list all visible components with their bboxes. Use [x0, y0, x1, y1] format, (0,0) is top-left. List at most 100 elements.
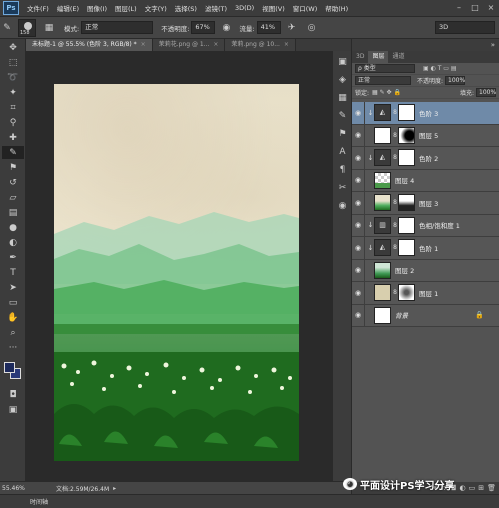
maximize-icon[interactable]: □	[469, 2, 481, 13]
marquee-tool-icon[interactable]: ⬚	[2, 56, 24, 69]
menu-window[interactable]: 窗口(W)	[289, 3, 322, 13]
filter-icons[interactable]: ▣ ◐ T ▭ ▤	[423, 65, 457, 72]
layer-row-hue-saturation-1[interactable]: ◉ ↓ ▥ 8 色相/饱和度 1	[352, 214, 499, 237]
character-panel-icon[interactable]: A	[334, 145, 351, 159]
document-size-info[interactable]: 文档:2.59M/26.4M	[56, 484, 109, 493]
eye-icon[interactable]: ◉	[352, 311, 364, 319]
tab-close-icon[interactable]: ×	[284, 41, 289, 48]
eye-icon[interactable]: ◉	[352, 176, 364, 184]
close-icon[interactable]: ×	[485, 2, 497, 13]
tab-jasmine[interactable]: 茉莉.png @ 10... ×	[225, 39, 296, 51]
swatches-panel-icon[interactable]: ▦	[334, 91, 351, 105]
quick-mask-icon[interactable]: ◘	[2, 388, 24, 401]
history-brush-tool-icon[interactable]: ↺	[2, 176, 24, 189]
paragraph-panel-icon[interactable]: ¶	[334, 163, 351, 177]
layer-mask-thumbnail[interactable]	[398, 216, 415, 234]
tab-layers[interactable]: 图层	[368, 51, 389, 63]
layer-mask-thumbnail[interactable]	[398, 149, 415, 167]
lasso-tool-icon[interactable]: ➰	[2, 71, 24, 84]
menu-help[interactable]: 帮助(H)	[321, 3, 352, 13]
menu-image[interactable]: 图像(I)	[83, 3, 111, 13]
layer-row-levels-2[interactable]: ◉ ↓ ◭ 8 色阶 2	[352, 147, 499, 170]
flow-field[interactable]: 41%	[256, 21, 281, 34]
pressure-size-icon[interactable]: ◎	[305, 21, 319, 35]
blur-tool-icon[interactable]: ●	[2, 221, 24, 234]
layer-row-background[interactable]: ◉ 背景 🔒	[352, 304, 499, 327]
tool-presets-panel-icon[interactable]: ✂	[334, 181, 351, 195]
canvas-area[interactable]	[26, 51, 351, 481]
tab-close-icon[interactable]: ×	[213, 41, 218, 48]
layer-row-layer-3[interactable]: ◉ 8 图层 3	[352, 192, 499, 215]
tab-untitled-1[interactable]: 未标题-1 @ 55.5% (色阶 3, RGB/8) * ×	[26, 39, 153, 51]
eye-icon[interactable]: ◉	[352, 221, 364, 229]
brush-tool-active-icon[interactable]: ✎	[2, 146, 24, 159]
dodge-tool-icon[interactable]: ◐	[2, 236, 24, 249]
eye-icon[interactable]: ◉	[352, 244, 364, 252]
opacity-field[interactable]: 67%	[191, 21, 216, 34]
path-selection-tool-icon[interactable]: ➤	[2, 281, 24, 294]
move-tool-icon[interactable]: ✥	[2, 41, 24, 54]
layer-row-levels-3[interactable]: ◉ ↓ ◭ 8 色阶 3	[352, 102, 499, 125]
eye-icon[interactable]: ◉	[352, 154, 364, 162]
history-panel-icon[interactable]: ▣	[334, 55, 351, 69]
layer-mask-thumbnail[interactable]	[398, 284, 415, 302]
status-menu-arrow-icon[interactable]: ▸	[113, 485, 116, 492]
layer-row-layer-4[interactable]: ◉ 图层 4	[352, 169, 499, 192]
layer-mask-thumbnail[interactable]	[398, 194, 415, 212]
type-tool-icon[interactable]: T	[2, 266, 24, 279]
eraser-tool-icon[interactable]: ▱	[2, 191, 24, 204]
eyedropper-tool-icon[interactable]: ⚲	[2, 116, 24, 129]
tab-jasmine-flower[interactable]: 茉莉花.png @ 1... ×	[152, 39, 226, 51]
shape-tool-icon[interactable]: ▭	[2, 296, 24, 309]
foreground-color-swatch[interactable]	[4, 362, 15, 373]
adjustments-panel-icon[interactable]: ◉	[334, 199, 351, 213]
layer-row-layer-5[interactable]: ◉ 8 图层 5	[352, 124, 499, 147]
tab-close-icon[interactable]: ×	[141, 41, 146, 48]
clone-stamp-tool-icon[interactable]: ⚑	[2, 161, 24, 174]
menu-file[interactable]: 文件(F)	[23, 3, 53, 13]
color-panel-icon[interactable]: ◈	[334, 73, 351, 87]
layer-mask-thumbnail[interactable]	[398, 126, 415, 144]
airbrush-icon[interactable]: ✈	[285, 21, 299, 35]
lock-icons[interactable]: ▦ ✎ ✥ 🔒	[372, 89, 401, 96]
layer-row-layer-2[interactable]: ◉ 图层 2	[352, 259, 499, 282]
brush-preset-picker[interactable]: 158	[18, 18, 36, 37]
menu-select[interactable]: 选择(S)	[171, 3, 201, 13]
more-tools-icon[interactable]: ···	[2, 341, 24, 354]
crop-tool-icon[interactable]: ⌗	[2, 101, 24, 114]
eye-icon[interactable]: ◉	[352, 289, 364, 297]
panel-collapse-icon[interactable]: »	[491, 41, 495, 49]
blend-mode-select[interactable]: 正常	[355, 76, 411, 85]
fill-field[interactable]: 100%	[476, 88, 496, 97]
eye-icon[interactable]: ◉	[352, 199, 364, 207]
document-canvas[interactable]	[54, 84, 299, 461]
layer-mask-thumbnail[interactable]	[398, 104, 415, 122]
tab-3d[interactable]: 3D	[352, 51, 368, 63]
zoom-level[interactable]: 55.46%	[0, 485, 26, 492]
gradient-tool-icon[interactable]: ▤	[2, 206, 24, 219]
menu-type[interactable]: 文字(Y)	[141, 3, 171, 13]
eye-icon[interactable]: ◉	[352, 109, 364, 117]
timeline-label[interactable]: 时间轴	[30, 497, 48, 506]
screen-mode-icon[interactable]: ▣	[2, 403, 24, 416]
menu-view[interactable]: 视图(V)	[258, 3, 289, 13]
eye-icon[interactable]: ◉	[352, 266, 364, 274]
hand-tool-icon[interactable]: ✋	[2, 311, 24, 324]
tab-channels[interactable]: 通道	[388, 51, 408, 63]
pressure-opacity-icon[interactable]: ◉	[219, 21, 233, 35]
zoom-tool-icon[interactable]: ⌕	[2, 326, 24, 339]
layer-kind-filter[interactable]: ρ 类型	[355, 64, 415, 73]
menu-layer[interactable]: 图层(L)	[111, 3, 141, 13]
clone-source-panel-icon[interactable]: ⚑	[334, 127, 351, 141]
menu-filter[interactable]: 滤镜(T)	[201, 3, 231, 13]
mode-select[interactable]: 正常	[81, 21, 154, 34]
brush-panel-icon[interactable]: ▦	[42, 21, 56, 35]
color-swatches[interactable]	[0, 360, 25, 386]
layer-row-levels-1[interactable]: ◉ ↓ ◭ 8 色阶 1	[352, 237, 499, 260]
layer-mask-thumbnail[interactable]	[398, 239, 415, 257]
magic-wand-tool-icon[interactable]: ✦	[2, 86, 24, 99]
minimize-icon[interactable]: –	[453, 2, 465, 13]
eye-icon[interactable]: ◉	[352, 131, 364, 139]
healing-tool-icon[interactable]: ✚	[2, 131, 24, 144]
layer-row-layer-1[interactable]: ◉ 8 图层 1	[352, 282, 499, 305]
